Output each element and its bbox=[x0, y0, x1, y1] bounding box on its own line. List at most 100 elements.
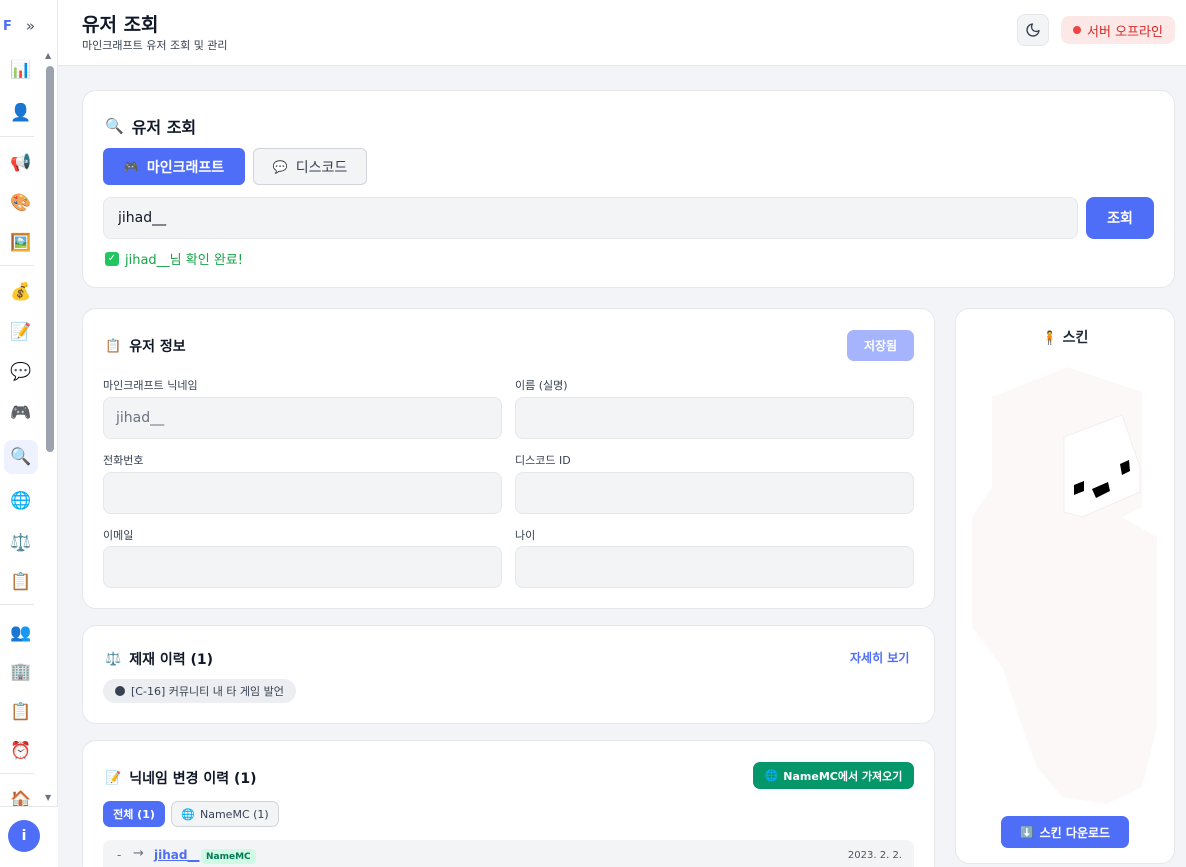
skin-title: 🧍 스킨 bbox=[956, 327, 1174, 347]
moon-icon bbox=[1026, 23, 1040, 37]
game-icon: 🎮 bbox=[10, 403, 32, 423]
status-dot bbox=[1073, 26, 1082, 34]
dark-circle-icon bbox=[115, 686, 125, 696]
sidebar-item-announce[interactable]: 📢 bbox=[4, 146, 38, 180]
skin-title-text: 스킨 bbox=[1062, 330, 1089, 346]
filter-all[interactable]: 전체 (1) bbox=[103, 801, 165, 827]
sidebar-item-building[interactable]: 🏢 bbox=[4, 655, 38, 689]
change-date: 2023. 2. 2. bbox=[847, 850, 902, 861]
sidebar-item-chat[interactable]: 💬 bbox=[4, 355, 38, 389]
field-label: 디스코드 ID bbox=[515, 454, 571, 467]
clipboard-icon: 📋 bbox=[105, 338, 122, 354]
theme-toggle-button[interactable] bbox=[1017, 14, 1049, 46]
scrollbar-thumb[interactable] bbox=[46, 66, 54, 452]
server-status-badge: 서버 오프라인 bbox=[1061, 16, 1175, 44]
nickname-field[interactable]: jihad__ bbox=[103, 397, 502, 439]
sanction-text: [C-16] 커뮤니티 내 타 게임 발언 bbox=[131, 685, 284, 698]
person-icon: 🧍 bbox=[1041, 331, 1058, 346]
image-icon: 🖼️ bbox=[10, 233, 32, 253]
search-input[interactable] bbox=[103, 197, 1078, 239]
user-info-title: 📋 유저 정보 bbox=[105, 336, 186, 356]
user-info-card: 📋 유저 정보 저장됨 마인크래프트 닉네임 jihad__ 이름 (실명) 전… bbox=[82, 308, 935, 609]
clipboard-icon: 📋 bbox=[10, 572, 32, 592]
alarm-icon: ⏰ bbox=[10, 741, 32, 761]
skin-card: 🧍 스킨 ⬇️ 스킨 다운로드 bbox=[955, 308, 1175, 864]
sidebar-item-search[interactable]: 🔍 bbox=[4, 440, 38, 474]
users-icon: 👥 bbox=[10, 623, 32, 643]
view-details-link[interactable]: 자세히 보기 bbox=[850, 649, 909, 666]
old-name: - bbox=[117, 848, 122, 862]
page-title: 유저 조회 bbox=[82, 14, 159, 36]
announce-icon: 📢 bbox=[10, 153, 32, 173]
nick-history-title: 📝 닉네임 변경 이력 (1) bbox=[105, 768, 257, 788]
sidebar-item-memo[interactable]: 📝 bbox=[4, 315, 38, 349]
sidebar-item-alarm[interactable]: ⏰ bbox=[4, 734, 38, 768]
gamepad-icon: 🎮 bbox=[123, 159, 139, 174]
new-name-link[interactable]: jihad__ bbox=[154, 848, 199, 862]
header: 유저 조회 마인크래프트 유저 조회 및 관리 서버 오프라인 bbox=[58, 0, 1186, 66]
dashboard-icon: 📊 bbox=[10, 60, 32, 80]
sanctions-card: ⚖️ 제재 이력 (1) 자세히 보기 [C-16] 커뮤니티 내 타 게임 발… bbox=[82, 625, 935, 724]
saved-button[interactable]: 저장됨 bbox=[847, 330, 914, 361]
fetch-namemc-button[interactable]: 🌐 NameMC에서 가져오기 bbox=[753, 762, 914, 789]
scale-icon: ⚖️ bbox=[10, 533, 32, 553]
search-icon: 🔍 bbox=[105, 117, 124, 135]
field-label: 이메일 bbox=[103, 529, 134, 542]
field-label: 전화번호 bbox=[103, 454, 144, 467]
nick-history-card: 📝 닉네임 변경 이력 (1) 🌐 NameMC에서 가져오기 전체 (1) 🌐… bbox=[82, 740, 935, 867]
sidebar-divider bbox=[0, 773, 34, 774]
tab-minecraft-label: 마인크래프트 bbox=[146, 159, 225, 176]
globe-icon: 🌐 bbox=[10, 491, 32, 511]
field-label: 마인크래프트 닉네임 bbox=[103, 379, 198, 392]
check-icon: ✓ bbox=[105, 251, 119, 266]
sidebar-item-dashboard[interactable]: 📊 bbox=[4, 53, 38, 87]
skin-download-button[interactable]: ⬇️ 스킨 다운로드 bbox=[1001, 816, 1129, 848]
sidebar-item-image[interactable]: 🖼️ bbox=[4, 226, 38, 260]
sidebar-item-clipboard-2[interactable]: 📋 bbox=[4, 695, 38, 729]
search-button[interactable]: 조회 bbox=[1086, 197, 1154, 239]
memo-icon: 📝 bbox=[105, 770, 122, 786]
source-badge: NameMC bbox=[201, 849, 256, 864]
phone-field[interactable] bbox=[103, 472, 502, 514]
age-field[interactable] bbox=[515, 546, 914, 588]
tab-minecraft[interactable]: 🎮 마인크래프트 bbox=[103, 148, 245, 185]
scale-icon: ⚖️ bbox=[105, 651, 122, 667]
scroll-up-icon[interactable]: ▲ bbox=[45, 51, 51, 60]
server-status-text: 서버 오프라인 bbox=[1087, 24, 1163, 40]
info-button[interactable]: i bbox=[8, 820, 40, 852]
globe-icon: 🌐 bbox=[764, 769, 779, 782]
sanction-chip[interactable]: [C-16] 커뮤니티 내 타 게임 발언 bbox=[103, 679, 296, 703]
sidebar-item-globe[interactable]: 🌐 bbox=[4, 484, 38, 518]
sidebar-divider bbox=[0, 604, 34, 605]
discord-id-field[interactable] bbox=[515, 472, 914, 514]
tab-discord[interactable]: 💬 디스코드 bbox=[253, 148, 367, 185]
sidebar: F » 📊 👤 📢 🎨 🖼️ 💰 📝 💬 🎮 🔍 🌐 ⚖️ 📋 👥 🏢 📋 ⏰ 🏠 ▲ ▼ i bbox=[0, 0, 58, 867]
scroll-down-icon[interactable]: ▼ bbox=[45, 793, 51, 802]
arrow-right-icon: → bbox=[133, 846, 144, 861]
sidebar-item-user[interactable]: 👤 bbox=[4, 96, 38, 130]
sidebar-item-money[interactable]: 💰 bbox=[4, 275, 38, 309]
sidebar-item-scale[interactable]: ⚖️ bbox=[4, 526, 38, 560]
search-card: 🔍 유저 조회 🎮 마인크래프트 💬 디스코드 조회 ✓ jihad__님 확인… bbox=[82, 90, 1175, 288]
clipboard-2-icon: 📋 bbox=[10, 702, 32, 722]
confirm-message: ✓ jihad__님 확인 완료! bbox=[105, 249, 243, 268]
collapse-icon[interactable]: » bbox=[26, 17, 35, 35]
sidebar-item-game[interactable]: 🎮 bbox=[4, 396, 38, 430]
real-name-field[interactable] bbox=[515, 397, 914, 439]
download-icon: ⬇️ bbox=[1019, 825, 1034, 839]
nick-history-title-text: 닉네임 변경 이력 (1) bbox=[129, 771, 257, 787]
filter-namemc[interactable]: 🌐 NameMC (1) bbox=[171, 801, 279, 827]
sidebar-item-clipboard[interactable]: 📋 bbox=[4, 565, 38, 599]
sidebar-top: F » bbox=[0, 0, 57, 52]
sidebar-item-palette[interactable]: 🎨 bbox=[4, 186, 38, 220]
email-field[interactable] bbox=[103, 546, 502, 588]
speech-bubble-icon: 💬 bbox=[272, 159, 288, 174]
skin-preview[interactable] bbox=[972, 367, 1162, 807]
confirm-text: jihad__님 확인 완료! bbox=[125, 253, 243, 268]
sanctions-title-text: 제재 이력 (1) bbox=[129, 652, 213, 668]
building-icon: 🏢 bbox=[10, 662, 32, 682]
sidebar-item-users[interactable]: 👥 bbox=[4, 616, 38, 650]
field-label: 이름 (실명) bbox=[515, 379, 568, 392]
palette-icon: 🎨 bbox=[10, 193, 32, 213]
page-subtitle: 마인크래프트 유저 조회 및 관리 bbox=[82, 39, 228, 52]
